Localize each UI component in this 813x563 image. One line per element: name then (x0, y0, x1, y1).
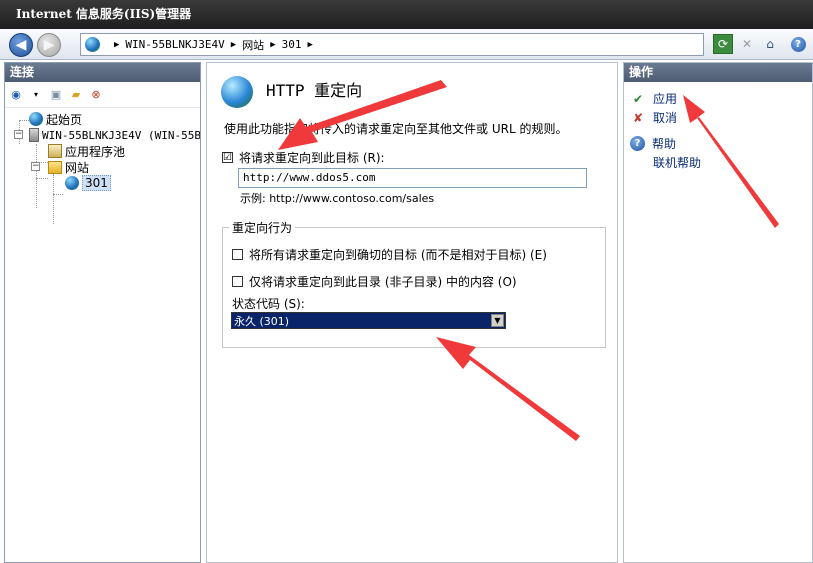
help-label: 帮助 (652, 137, 677, 151)
arrow-left-icon: ◀ (15, 37, 27, 53)
home-icon: ⌂ (766, 37, 774, 51)
breadcrumb-separator-icon[interactable]: ▶ (307, 40, 312, 50)
cancel-label: 取消 (653, 111, 678, 125)
folder-icon (48, 160, 62, 174)
tree-item-label: 网站 (65, 160, 90, 175)
feature-description: 使用此功能指定将传入的请求重定向至其他文件或 URL 的规则。 (224, 122, 568, 136)
breadcrumb-separator-icon[interactable]: ▶ (114, 40, 119, 50)
refresh-icon: ⟳ (717, 37, 729, 51)
forward-button[interactable]: ▶ (37, 33, 61, 57)
home-button[interactable]: ⌂ (760, 34, 780, 54)
breadcrumb-site[interactable]: 301 (282, 38, 302, 51)
globe-icon (85, 37, 100, 52)
status-code-select[interactable]: 永久 (301) ▼ (231, 312, 506, 329)
redirect-url-input[interactable]: http://www.ddos5.com (238, 168, 587, 188)
address-bar[interactable]: ▶ WIN-55BLNKJ3E4V ▶ 网站 ▶ 301 ▶ (80, 33, 704, 56)
back-button[interactable]: ◀ (9, 33, 33, 57)
cancel-action[interactable]: ✘ 取消 (630, 109, 677, 126)
redirect-checkbox[interactable]: ☑ (222, 152, 233, 163)
cancel-x-icon: ✘ (632, 110, 644, 125)
breadcrumb-separator-icon[interactable]: ▶ (231, 40, 236, 50)
collapse-toggle[interactable]: − (14, 130, 23, 139)
breadcrumb-server[interactable]: WIN-55BLNKJ3E4V (125, 38, 224, 51)
help-icon: ? (630, 136, 645, 151)
exact-destination-checkbox[interactable] (232, 249, 243, 260)
tree-item-server[interactable]: WIN-55BLNKJ3E4V (WIN-55BLNKJ3E4V\Adminis… (29, 127, 200, 143)
online-help-action[interactable]: 联机帮助 (653, 154, 701, 171)
apply-action[interactable]: ✔ 应用 (630, 90, 677, 107)
redirect-checkbox-label: 将请求重定向到此目标 (R): (239, 151, 385, 165)
exact-destination-label: 将所有请求重定向到确切的目标 (而不是相对于目标) (E) (249, 248, 547, 262)
connections-toolbar: ◉ ▾ ▣ ▰ ⊗ (5, 82, 200, 108)
tree-item-label: 应用程序池 (65, 144, 126, 159)
apply-check-icon: ✔ (632, 91, 644, 106)
tree-item-label: 起始页 (46, 112, 83, 127)
refresh-button[interactable]: ⟳ (713, 34, 733, 54)
globe-icon (221, 76, 253, 108)
exact-destination-row[interactable]: 将所有请求重定向到确切的目标 (而不是相对于目标) (E) (232, 246, 547, 263)
redirect-behavior-label: 重定向行为 (229, 219, 296, 236)
folder-up-icon[interactable]: ▰ (68, 87, 84, 103)
tree-item-app-pools[interactable]: 应用程序池 (48, 143, 125, 159)
actions-pane: 操作 ✔ 应用 ✘ 取消 ? 帮助 联机帮助 (623, 62, 813, 563)
application-pools-icon (48, 144, 62, 158)
actions-header: 操作 (624, 63, 812, 82)
server-icon (29, 128, 39, 142)
navigation-toolbar: ◀ ▶ ▶ WIN-55BLNKJ3E4V ▶ 网站 ▶ 301 ▶ ⟳ ✕ ⌂… (0, 29, 813, 60)
globe-icon (65, 176, 79, 190)
online-help-label: 联机帮助 (653, 156, 702, 170)
only-directory-checkbox[interactable] (232, 276, 243, 287)
breadcrumb-sites[interactable]: 网站 (242, 37, 264, 53)
stop-icon: ✕ (741, 37, 753, 51)
window-title-bar: Internet 信息服务(IIS)管理器 (0, 0, 813, 29)
status-code-value: 永久 (301) (234, 314, 290, 328)
stop-button[interactable]: ✕ (737, 34, 757, 54)
chevron-down-icon[interactable]: ▾ (28, 87, 44, 103)
connections-header: 连接 (5, 63, 200, 82)
tree-item-label: 301 (82, 175, 111, 191)
tree-item-site-301[interactable]: 301 (65, 175, 111, 191)
url-example: 示例: http://www.contoso.com/sales (240, 192, 435, 205)
disconnect-icon[interactable]: ⊗ (88, 87, 104, 103)
help-icon: ? (790, 36, 806, 52)
only-directory-row[interactable]: 仅将请求重定向到此目录 (非子目录) 中的内容 (O) (232, 273, 517, 290)
connections-pane: 连接 ◉ ▾ ▣ ▰ ⊗ 起始页 − WIN-55BLNKJ3E4V (WIN-… (4, 62, 201, 563)
connect-globe-icon[interactable]: ◉ (8, 87, 24, 103)
apply-label: 应用 (653, 92, 678, 106)
breadcrumb-separator-icon[interactable]: ▶ (270, 40, 275, 50)
collapse-toggle[interactable]: − (31, 162, 40, 171)
tree-item-label: WIN-55BLNKJ3E4V (WIN-55BLNKJ3E4V\Adminis… (42, 128, 200, 142)
chevron-down-icon[interactable]: ▼ (491, 314, 504, 327)
only-directory-label: 仅将请求重定向到此目录 (非子目录) 中的内容 (O) (249, 275, 517, 289)
page-title: HTTP 重定向 (266, 81, 363, 100)
tree-item-sites[interactable]: 网站 (48, 159, 89, 175)
help-button[interactable]: ? (788, 34, 808, 54)
tree-item-start-page[interactable]: 起始页 (29, 111, 82, 127)
redirect-checkbox-row[interactable]: ☑ 将请求重定向到此目标 (R): (222, 149, 385, 166)
window-title: Internet 信息服务(IIS)管理器 (16, 7, 192, 21)
start-page-icon (29, 112, 43, 126)
status-code-label: 状态代码 (S): (232, 297, 305, 311)
connections-tree: 起始页 − WIN-55BLNKJ3E4V (WIN-55BLNKJ3E4V\A… (5, 108, 200, 563)
help-action[interactable]: ? 帮助 (630, 135, 676, 152)
http-redirect-pane: HTTP 重定向 使用此功能指定将传入的请求重定向至其他文件或 URL 的规则。… (206, 62, 618, 563)
save-icon[interactable]: ▣ (48, 87, 64, 103)
arrow-right-icon: ▶ (43, 37, 55, 53)
